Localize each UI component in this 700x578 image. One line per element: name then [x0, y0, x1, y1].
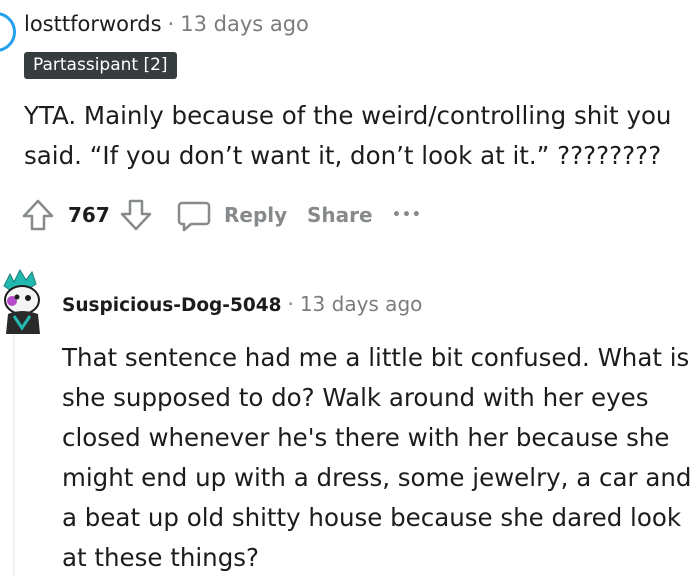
- more-options-icon: •••: [392, 207, 422, 223]
- vote-count-wrap: 767: [68, 195, 110, 235]
- comment-body: YTA. Mainly because of the weird/control…: [24, 101, 672, 170]
- upvote-icon: [22, 199, 54, 231]
- comment-body: That sentence had me a little bit confus…: [62, 343, 692, 572]
- comment-meta: Suspicious-Dog-5048 · 13 days ago: [62, 292, 422, 316]
- downvote-icon: [120, 199, 152, 231]
- comment-username[interactable]: Suspicious-Dog-5048: [62, 295, 281, 316]
- user-flair: Partassipant [2]: [24, 52, 177, 79]
- meta-separator: ·: [287, 292, 294, 316]
- comment-username[interactable]: losttforwords: [24, 12, 162, 36]
- comment-meta: losttforwords · 13 days ago: [24, 12, 309, 36]
- meta-separator: ·: [167, 12, 175, 36]
- user-avatar[interactable]: [0, 12, 16, 52]
- comment-timestamp[interactable]: 13 days ago: [300, 292, 423, 316]
- reply-button[interactable]: Reply: [176, 195, 287, 235]
- upvote-button[interactable]: [20, 195, 56, 235]
- share-button[interactable]: Share: [307, 195, 373, 235]
- comment-bubble-icon: [177, 201, 211, 232]
- vote-count: 767: [68, 203, 110, 227]
- share-label: Share: [307, 203, 373, 227]
- more-options-button[interactable]: •••: [392, 195, 422, 235]
- comment-timestamp[interactable]: 13 days ago: [180, 12, 309, 36]
- thread-line[interactable]: [13, 330, 15, 576]
- snoo-avatar-icon[interactable]: [0, 268, 52, 336]
- reply-label: Reply: [224, 203, 288, 227]
- downvote-button[interactable]: [118, 195, 154, 235]
